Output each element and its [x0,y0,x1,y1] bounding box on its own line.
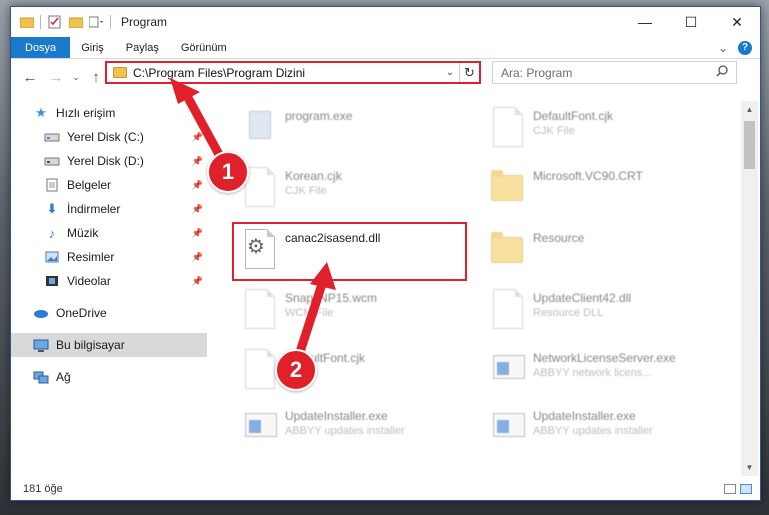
step-badge-2: 2 [275,349,317,391]
arrow-step-2 [295,279,327,357]
step-badge-1: 1 [207,151,249,193]
annotation-arrows [170,78,336,357]
arrow-step-1-head [170,78,200,104]
arrow-step-2-head [310,262,336,290]
arrow-step-1 [181,89,227,165]
